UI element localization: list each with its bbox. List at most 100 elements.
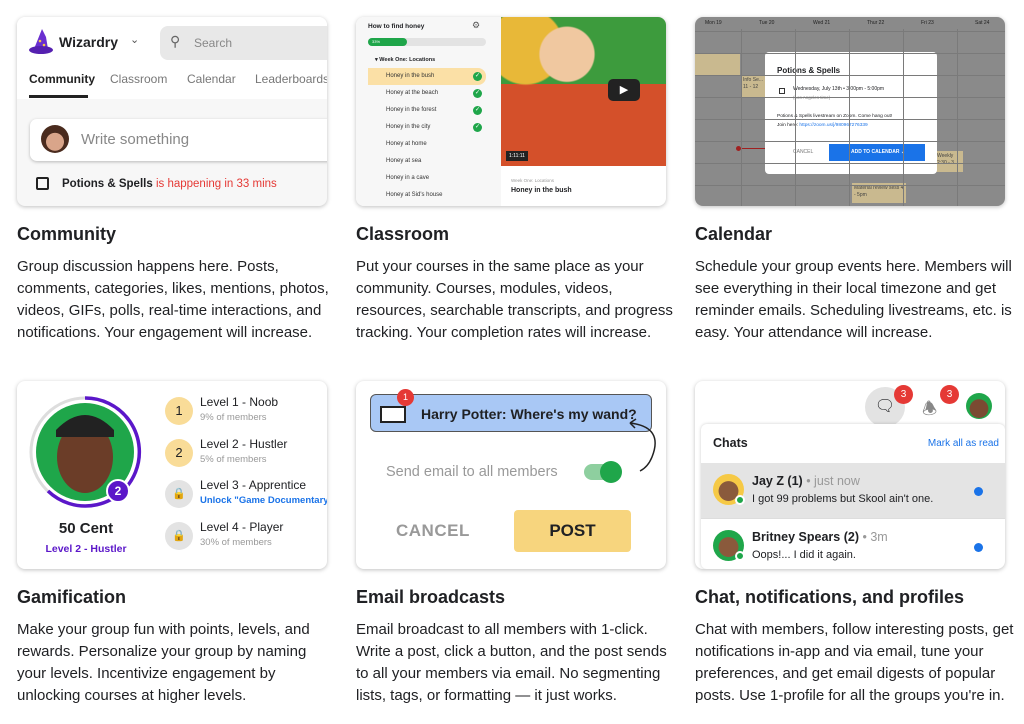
chat-item[interactable]: Britney Spears (2) • 3m Oops!... I did i…	[701, 518, 1005, 569]
gear-icon[interactable]: ⚙	[472, 20, 480, 31]
level-name: Level 4 - Player	[200, 519, 284, 534]
level-sub: 9% of members	[200, 412, 267, 423]
progress-bar: 33%	[368, 38, 486, 46]
chat-item[interactable]: Jay Z (1) • just now I got 99 problems b…	[701, 463, 1005, 518]
lesson-item[interactable]: Honey in the forest ✓	[368, 102, 486, 119]
classroom-title: Classroom	[356, 224, 450, 244]
chat-message: I got 99 problems but Skool ain't one.	[752, 493, 934, 505]
email-preview: 1 Harry Potter: Where's my wand? Send em…	[356, 381, 666, 569]
profile-avatar[interactable]	[966, 393, 992, 419]
search-icon: ⚲	[170, 33, 181, 49]
tab-classroom[interactable]: Classroom	[110, 72, 167, 86]
chevron-down-icon[interactable]: ⌄	[130, 33, 139, 46]
lesson-label: Honey at sea	[386, 158, 422, 164]
add-to-calendar-button[interactable]: ADD TO CALENDAR ⌄	[829, 144, 925, 161]
lesson-item[interactable]: Honey at Sid's house	[368, 187, 486, 204]
lesson-item[interactable]: Honey at home	[368, 136, 486, 153]
tab-underline	[29, 95, 88, 98]
course-title: How to find honey	[368, 23, 425, 30]
cancel-button[interactable]: CANCEL	[396, 521, 470, 541]
search-input[interactable]: ⚲ Search	[160, 26, 327, 60]
gamification-description: Make your group fun with points, levels,…	[17, 621, 310, 704]
chat-sender: Britney Spears (2)	[752, 530, 859, 544]
tab-leaderboards[interactable]: Leaderboards	[255, 72, 327, 86]
notification-badge: 3	[940, 385, 959, 404]
gamification-preview: 2 50 Cent Level 2 - Hustler 1 Level 1 - N…	[17, 381, 327, 569]
event-modal: Potions & Spells Wednesday, July 13th • …	[765, 52, 937, 174]
online-dot	[735, 551, 745, 561]
calendar-description: Schedule your group events here. Members…	[695, 258, 1012, 341]
check-circle-icon: ✓	[473, 89, 482, 98]
module-header[interactable]: ▾ Week One: Locations	[375, 57, 435, 63]
community-description: Group discussion happens here. Posts, co…	[17, 258, 329, 341]
bell-icon[interactable]: 🕭	[922, 396, 937, 425]
composer-placeholder: Write something	[81, 131, 190, 148]
classroom-preview: How to find honey ⚙ 33% ▾ Week One: Loca…	[356, 17, 666, 206]
chat-description: Chat with members, follow interesting po…	[695, 621, 1014, 704]
calendar-event[interactable]: Weekly 2:30 - 3	[935, 151, 963, 172]
lesson-label: Honey at Sid's house	[386, 192, 443, 198]
tab-community[interactable]: Community	[29, 72, 95, 86]
member-name: 50 Cent	[58, 520, 114, 537]
level-name: Level 3 - Apprentice	[200, 478, 307, 492]
video-module: Week One: Locations	[511, 178, 554, 183]
app-name: Wizardry	[59, 34, 119, 50]
chat-time: • just now	[806, 474, 860, 488]
tab-calendar[interactable]: Calendar	[187, 72, 236, 86]
level-number-badge: 2	[165, 438, 193, 467]
mark-all-read-link[interactable]: Mark all as read	[928, 438, 999, 449]
email-title: Email broadcasts	[356, 587, 506, 607]
level-sub: 30% of members	[200, 536, 272, 548]
gamification-title: Gamification	[17, 587, 127, 607]
lesson-item[interactable]: Honey at the beach ✓	[368, 85, 486, 102]
day-header: Mon 19	[705, 20, 722, 26]
play-button[interactable]: ▶	[608, 79, 640, 101]
level-badge: 2	[106, 479, 130, 503]
community-preview: Wizardry ⌄ ⚲ Search Community Classroom …	[17, 17, 327, 206]
unread-dot	[974, 543, 983, 552]
level-name: Level 2 - Hustler	[200, 436, 288, 451]
classroom-description: Put your courses in the same place as yo…	[356, 258, 673, 341]
zoom-link[interactable]: https://zoom.us/j/980967276339	[799, 123, 867, 128]
lesson-item[interactable]: Honey in the bush ✓	[368, 68, 486, 85]
day-header: Fri 23	[921, 20, 934, 26]
level-name: Level 1 - Noob	[200, 395, 279, 409]
chat-sender: Jay Z (1)	[752, 474, 803, 488]
modal-datetime: Wednesday, July 13th • 3:00pm - 5:00pm	[793, 86, 885, 92]
send-email-toggle[interactable]	[584, 461, 622, 483]
post-composer[interactable]: Write something	[30, 119, 327, 161]
calendar-preview: Info Se... 11 - 12 Weekly 2:30 - 3 Mater…	[695, 17, 1005, 206]
calendar-icon	[779, 88, 785, 94]
level-sub: 5% of members	[200, 453, 267, 465]
chat-message: Oops!... I did it again.	[752, 549, 856, 561]
chat-title: Chat, notifications, and profiles	[695, 587, 965, 607]
lesson-item[interactable]: Honey at sea	[368, 153, 486, 170]
cancel-button[interactable]: CANCEL	[793, 149, 813, 155]
event-banner[interactable]: Potions & Spells is happening in 33 mins	[62, 178, 277, 190]
chat-badge: 3	[894, 385, 913, 404]
lesson-label: Honey at the beach	[386, 90, 439, 96]
level-sub[interactable]: Unlock "Game Documentary"	[200, 495, 327, 506]
post-button[interactable]: POST	[514, 510, 631, 552]
day-header: Thur 22	[867, 20, 885, 26]
event-status: is happening in 33 mins	[155, 178, 277, 190]
calendar-event[interactable]: Material review sess 4 - 5pm	[852, 183, 906, 203]
add-label: ADD TO CALENDAR	[851, 149, 900, 155]
lesson-label: Honey in the bush	[386, 73, 435, 79]
video-title: Honey in the bush	[511, 187, 572, 194]
email-description: Email broadcast to all members with 1-cl…	[356, 621, 667, 704]
lesson-item[interactable]: Honey in a cave	[368, 170, 486, 187]
arrow-doodle	[629, 418, 656, 472]
day-header: Tue 20	[759, 20, 775, 26]
level-number-badge: 1	[165, 397, 193, 425]
lesson-item[interactable]: Honey in the city ✓	[368, 119, 486, 136]
video-player[interactable]: ▶ 1:11:11	[501, 17, 666, 166]
notification-badge: 1	[397, 389, 414, 406]
check-circle-icon: ✓	[473, 72, 482, 81]
wizard-hat-logo	[29, 29, 53, 54]
calendar-event[interactable]: Info Se... 11 - 12	[741, 75, 765, 97]
check-circle-icon: ✓	[473, 123, 482, 132]
event-name: Potions & Spells	[62, 178, 153, 190]
post-preview[interactable]: 1 Harry Potter: Where's my wand?	[370, 389, 652, 432]
search-placeholder: Search	[194, 36, 233, 50]
